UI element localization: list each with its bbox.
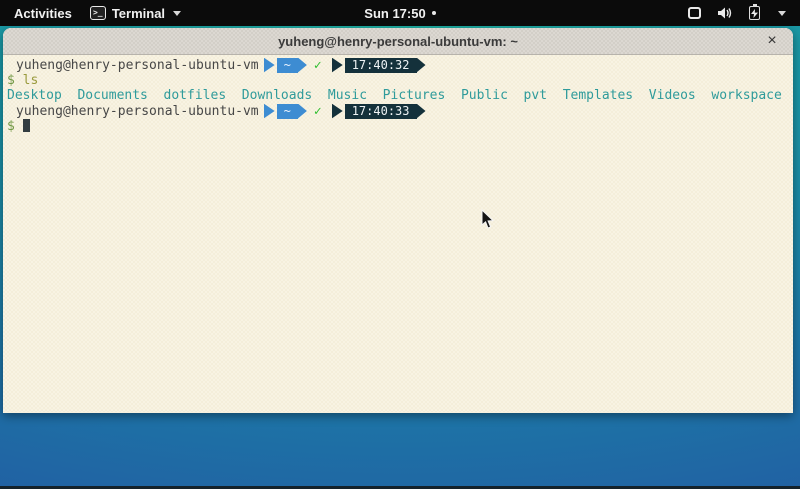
- powerline-separator-icon: [332, 58, 343, 73]
- window-title: yuheng@henry-personal-ubuntu-vm: ~: [278, 34, 518, 49]
- top-bar: Activities >_ Terminal Sun 17:50: [0, 0, 800, 26]
- check-icon: ✓: [314, 104, 322, 119]
- powerline-separator-icon: [264, 58, 275, 73]
- window-titlebar[interactable]: yuheng@henry-personal-ubuntu-vm: ~ ×: [3, 28, 793, 55]
- app-menu-terminal[interactable]: >_ Terminal: [90, 6, 181, 21]
- chevron-down-icon: [173, 11, 181, 16]
- prompt-time: 17:40:33: [345, 104, 417, 119]
- volume-icon: [717, 6, 733, 20]
- prompt-line: yuheng@henry-personal-ubuntu-vm ~ ✓ 17:4…: [7, 103, 793, 119]
- powerline-arrow-icon: [298, 58, 307, 73]
- app-menu-label: Terminal: [112, 6, 165, 21]
- directory-listing: Desktop Documents dotfiles Downloads Mus…: [7, 88, 793, 103]
- powerline-arrow-icon: [417, 104, 426, 119]
- powerline-arrow-icon: [417, 58, 426, 73]
- powerline-separator-icon: [264, 104, 275, 119]
- screen-icon: [688, 7, 701, 19]
- terminal-screen[interactable]: yuheng@henry-personal-ubuntu-vm ~ ✓ 17:4…: [3, 55, 793, 412]
- powerline-separator-icon: [332, 104, 343, 119]
- prompt-symbol: $: [7, 119, 15, 134]
- input-line: $: [7, 119, 793, 134]
- battery-icon: [749, 6, 760, 20]
- command-line: $ ls: [7, 73, 793, 88]
- clock-label: Sun 17:50: [364, 6, 425, 21]
- prompt-path: ~: [277, 104, 298, 119]
- check-icon: ✓: [314, 58, 322, 73]
- powerline-arrow-icon: [298, 104, 307, 119]
- close-icon[interactable]: ×: [761, 30, 783, 52]
- terminal-icon: >_: [90, 6, 106, 20]
- prompt-symbol: $: [7, 73, 15, 88]
- prompt-user: yuheng@henry-personal-ubuntu-vm: [7, 58, 259, 73]
- clock-button[interactable]: Sun 17:50: [364, 6, 435, 21]
- desktop-background: yuheng@henry-personal-ubuntu-vm: ~ × yuh…: [0, 26, 800, 489]
- prompt-user: yuheng@henry-personal-ubuntu-vm: [7, 104, 259, 119]
- notification-dot-icon: [432, 11, 436, 15]
- system-tray[interactable]: [688, 6, 800, 20]
- prompt-path: ~: [277, 58, 298, 73]
- prompt-line: yuheng@henry-personal-ubuntu-vm ~ ✓ 17:4…: [7, 57, 793, 73]
- typed-command: ls: [23, 73, 39, 88]
- text-cursor: [23, 119, 30, 132]
- activities-button[interactable]: Activities: [10, 6, 76, 21]
- terminal-window: yuheng@henry-personal-ubuntu-vm: ~ × yuh…: [3, 28, 793, 413]
- chevron-down-icon: [778, 11, 786, 16]
- prompt-time: 17:40:32: [345, 58, 417, 73]
